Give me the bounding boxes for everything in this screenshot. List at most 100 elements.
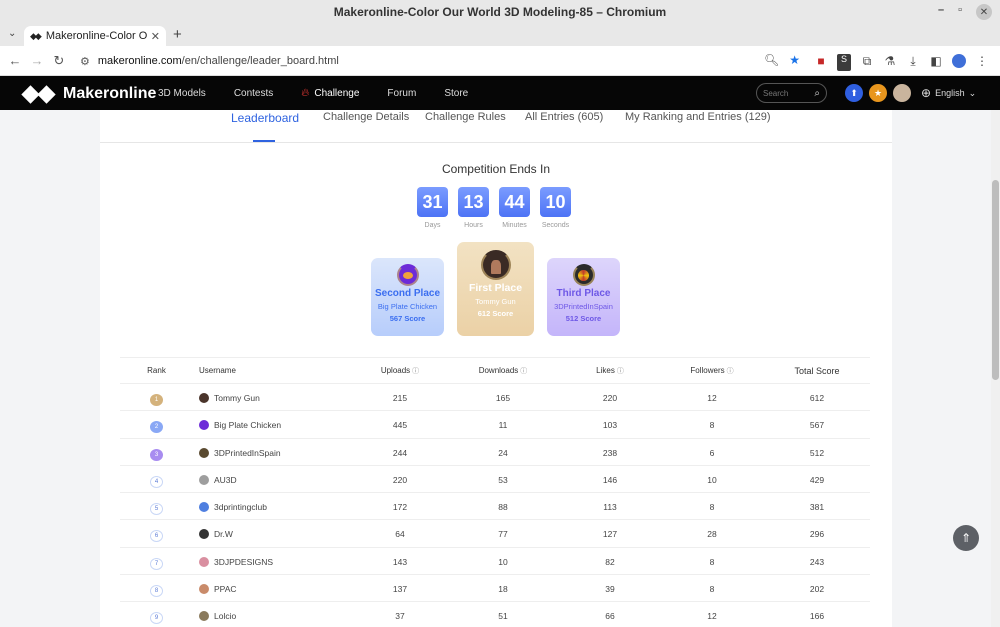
side-panel-icon[interactable]: ◧ <box>929 54 943 71</box>
header-label: Downloads <box>478 366 519 375</box>
username-cell[interactable]: Big Plate Chicken <box>199 420 281 431</box>
url-text: makeronline.com/en/challenge/leader_boar… <box>98 55 339 67</box>
labs-flask-icon[interactable]: ⚗ <box>883 54 897 71</box>
tab-challenge-rules[interactable]: Challenge Rules <box>425 111 506 123</box>
username[interactable]: Big Plate Chicken <box>214 420 281 430</box>
back-icon[interactable]: ← <box>4 53 26 68</box>
page-scrollbar[interactable] <box>991 110 1000 627</box>
tab-search-icon[interactable]: ⌄ <box>8 28 16 39</box>
globe-icon: ⊕ <box>921 86 932 100</box>
tab-all-entries[interactable]: All Entries (605) <box>525 111 603 123</box>
back-to-top-button[interactable]: ⇑ <box>953 525 979 551</box>
language-selector[interactable]: ⊕ English ⌄ <box>921 86 976 100</box>
scrollbar-thumb[interactable] <box>992 180 999 380</box>
extension-badge-icon[interactable]: ■ <box>814 54 828 71</box>
uploads-cell: 64 <box>395 529 405 540</box>
zoom-icon[interactable]: 🔍︎ <box>764 53 779 67</box>
username-cell[interactable]: Dr.W <box>199 529 233 540</box>
rank-cell: 6 <box>120 529 193 543</box>
rank-cell: 3 <box>120 448 193 461</box>
countdown-value: 13 <box>458 187 489 217</box>
table-row[interactable]: 3 3DPrintedInSpain 244 24 238 6 512 <box>120 439 870 466</box>
extensions-puzzle-icon[interactable]: ⧉ <box>860 54 874 71</box>
nav-challenge[interactable]: 🔥︎ Challenge <box>301 87 359 100</box>
close-icon[interactable]: ✕ <box>976 4 992 20</box>
site-logo[interactable]: Makeronline <box>21 84 156 104</box>
podium-score: 512 Score <box>565 314 602 323</box>
table-row[interactable]: 9 Lolcio 37 51 66 12 166 <box>120 602 870 627</box>
new-tab-icon[interactable]: + <box>173 26 182 43</box>
countdown-value: 31 <box>417 187 448 217</box>
tab-my-ranking[interactable]: My Ranking and Entries (129) <box>625 111 771 123</box>
podium-first-card[interactable]: First Place Tommy Gun 612 Score <box>457 242 534 336</box>
info-icon[interactable]: ⓘ <box>727 368 734 375</box>
username[interactable]: 3DPrintedInSpain <box>214 448 281 458</box>
profile-icon[interactable] <box>952 54 966 71</box>
username-cell[interactable]: 3DJPDESIGNS <box>199 556 273 567</box>
rank-cell: 8 <box>120 584 193 598</box>
info-icon[interactable]: ⓘ <box>520 368 527 375</box>
username-cell[interactable]: 3dprintingclub <box>199 502 267 513</box>
username[interactable]: Dr.W <box>214 529 233 539</box>
tab-challenge-details[interactable]: Challenge Details <box>323 111 409 123</box>
medal-icon[interactable]: ★ <box>869 84 887 102</box>
maximize-icon[interactable]: ▫ <box>958 4 962 20</box>
countdown-label: Minutes <box>502 222 527 229</box>
table-row[interactable]: 1 Tommy Gun 215 165 220 12 612 <box>120 384 870 412</box>
nav-contests[interactable]: Contests <box>234 88 273 99</box>
close-tab-icon[interactable]: ✕ <box>151 30 160 43</box>
username[interactable]: 3dprintingclub <box>214 502 267 512</box>
bookmark-star-icon[interactable]: ★ <box>789 53 800 67</box>
username-cell[interactable]: PPAC <box>199 584 237 595</box>
table-row[interactable]: 7 3DJPDESIGNS 143 10 82 8 243 <box>120 548 870 576</box>
reload-icon[interactable]: ↻ <box>48 53 70 69</box>
user-avatar[interactable] <box>893 84 911 102</box>
info-icon[interactable]: ⓘ <box>617 368 624 375</box>
user-avatar <box>199 393 209 403</box>
forward-icon[interactable]: → <box>26 53 48 68</box>
flame-icon: 🔥︎ <box>301 86 310 99</box>
podium-third-card[interactable]: Third Place 3DPrintedInSpain 512 Score <box>547 258 620 336</box>
countdown-label: Days <box>424 222 441 229</box>
minimize-icon[interactable]: – <box>938 4 944 20</box>
site-info-icon[interactable]: ⚙ <box>80 55 90 68</box>
username[interactable]: AU3D <box>214 475 237 485</box>
likes-cell: 127 <box>602 529 618 540</box>
table-row[interactable]: 8 PPAC 137 18 39 8 202 <box>120 575 870 603</box>
upload-cloud-icon[interactable]: ⬆ <box>845 84 863 102</box>
total-score-cell: 296 <box>809 529 825 540</box>
followers-cell: 8 <box>709 584 715 595</box>
table-row[interactable]: 4 AU3D 220 53 146 10 429 <box>120 466 870 494</box>
menu-kebab-icon[interactable]: ⋮ <box>975 54 989 71</box>
table-row[interactable]: 5 3dprintingclub 172 88 113 8 381 <box>120 493 870 521</box>
username-cell[interactable]: Tommy Gun <box>199 393 260 403</box>
username[interactable]: Lolcio <box>214 611 236 621</box>
username[interactable]: PPAC <box>214 584 237 594</box>
followers-cell: 12 <box>707 393 717 403</box>
followers-cell: 6 <box>709 447 715 458</box>
podium-second-card[interactable]: Second Place Big Plate Chicken 567 Score <box>371 258 444 336</box>
tab-leaderboard[interactable]: Leaderboard <box>231 111 299 125</box>
browser-tab[interactable]: ◆◆ Makeronline-Color Our W ✕ <box>24 26 166 46</box>
search-icon[interactable]: ⌕ <box>814 88 820 99</box>
uploads-cell: 37 <box>395 611 405 622</box>
uploads-cell: 244 <box>392 447 408 458</box>
table-row[interactable]: 6 Dr.W 64 77 127 28 296 <box>120 520 870 548</box>
address-bar[interactable]: ⚙ makeronline.com/en/challenge/leader_bo… <box>72 49 806 73</box>
download-icon[interactable]: ⤓ <box>906 54 920 71</box>
podium-place: Third Place <box>556 288 611 299</box>
username-cell[interactable]: AU3D <box>199 474 237 485</box>
nav-forum[interactable]: Forum <box>387 88 416 99</box>
extension-s-icon[interactable]: S <box>837 54 851 71</box>
site-search-input[interactable]: Search ⌕ <box>756 83 827 103</box>
nav-3d-models[interactable]: 3D Models <box>158 88 206 99</box>
username[interactable]: Tommy Gun <box>214 393 260 403</box>
nav-store[interactable]: Store <box>444 88 468 99</box>
username-cell[interactable]: Lolcio <box>199 611 236 622</box>
info-icon[interactable]: ⓘ <box>412 368 419 375</box>
table-row[interactable]: 2 Big Plate Chicken 445 11 103 8 567 <box>120 411 870 439</box>
username-cell[interactable]: 3DPrintedInSpain <box>199 447 281 458</box>
rank-badge-icon: 5 <box>150 503 163 516</box>
username[interactable]: 3DJPDESIGNS <box>214 557 273 567</box>
total-score-cell: 166 <box>809 611 825 622</box>
